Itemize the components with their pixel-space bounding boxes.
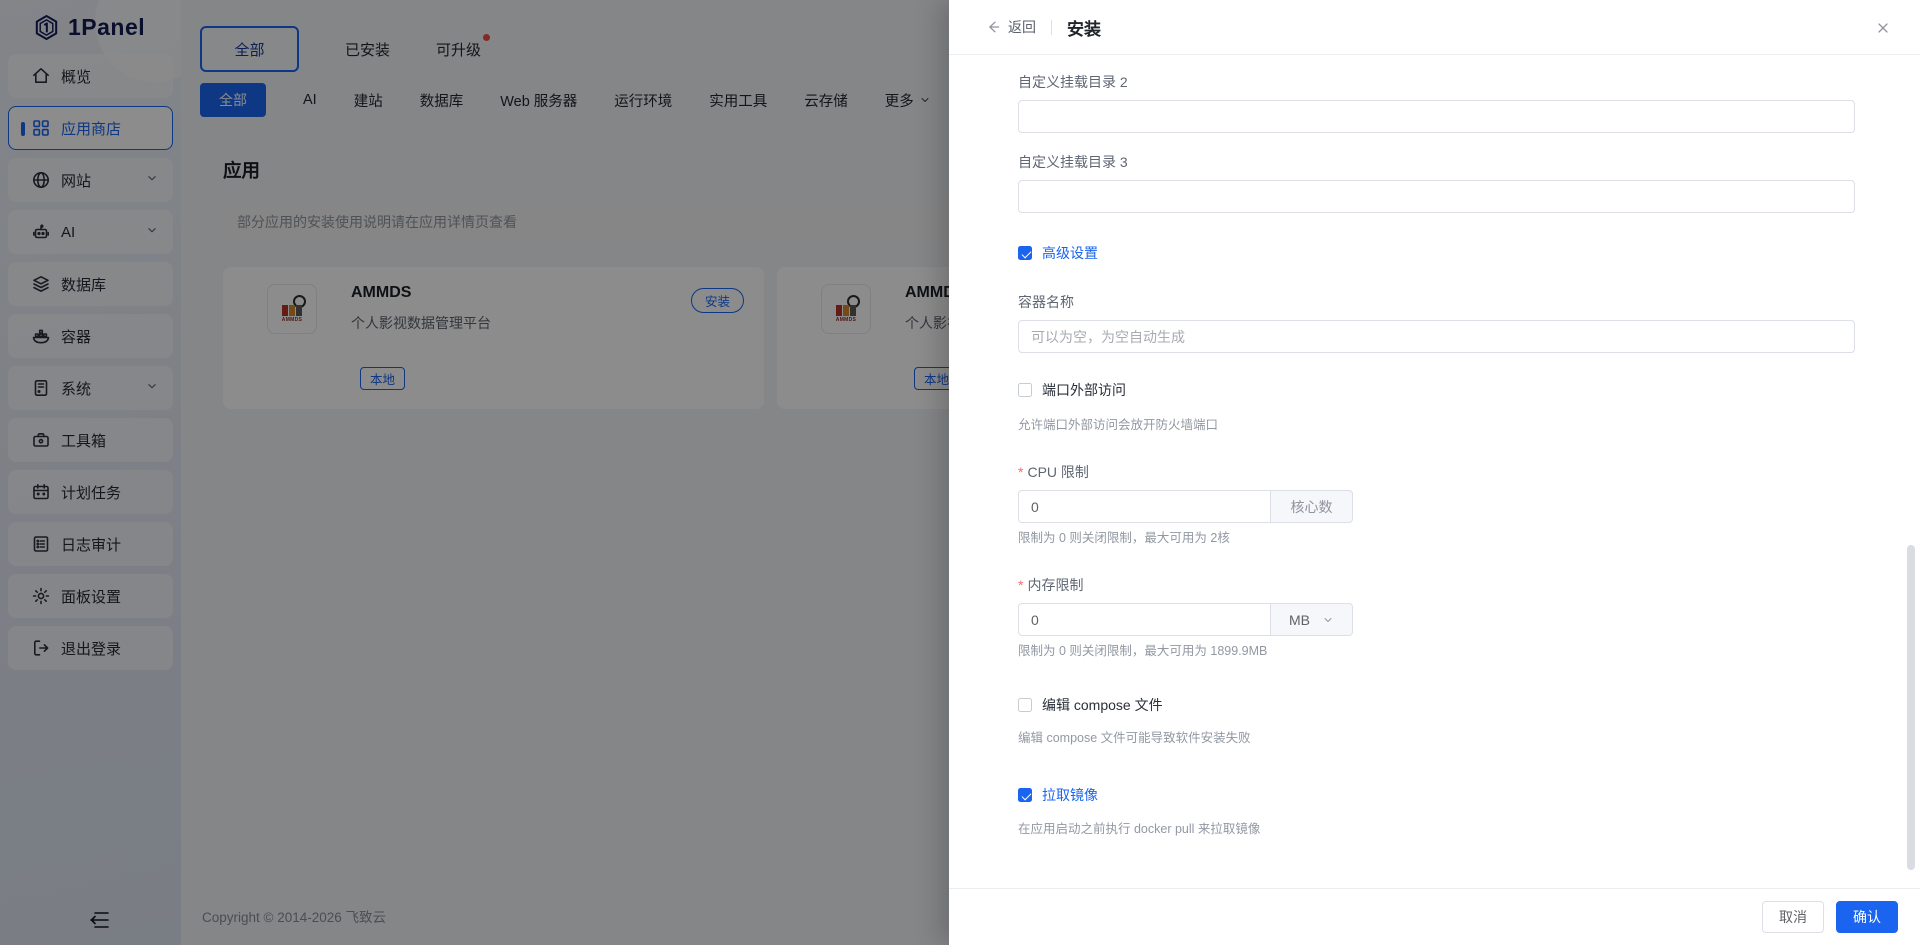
memory-limit-input[interactable]	[1018, 603, 1271, 636]
memory-limit-helper: 限制为 0 则关闭限制，最大可用为 1899.9MB	[1018, 644, 1268, 658]
checkbox-unchecked-icon	[1018, 698, 1032, 712]
header-divider	[1051, 19, 1052, 35]
field-memory-limit: *内存限制 MB 限制为 0 则关闭限制，最大可用为 1899.9MB	[1018, 575, 1855, 659]
confirm-button[interactable]: 确认	[1836, 901, 1898, 933]
page: 1Panel 概览 应用商店 网站 AI 数据库 容器 系统 工具箱 计划任务 …	[0, 0, 1920, 945]
back-label: 返回	[1008, 19, 1036, 35]
checkbox-label: 高级设置	[1042, 245, 1098, 261]
install-drawer: 返回 安装 自定义挂载目录 2 自定义挂载目录 3 高级设置 容器名称 可以为空…	[949, 0, 1920, 945]
install-form: 自定义挂载目录 2 自定义挂载目录 3 高级设置 容器名称 端口外部访问 允许端…	[949, 55, 1920, 888]
cpu-limit-input[interactable]	[1018, 490, 1271, 523]
close-button[interactable]	[1872, 17, 1894, 39]
field-label: 自定义挂载目录 2	[1018, 74, 1128, 90]
checkbox-unchecked-icon	[1018, 383, 1032, 397]
edit-compose-helper: 编辑 compose 文件可能导致软件安装失败	[1018, 731, 1251, 745]
memory-unit-select[interactable]: MB	[1271, 603, 1353, 636]
drawer-scrollbar-thumb[interactable]	[1907, 545, 1915, 870]
cpu-limit-label: CPU 限制	[1027, 464, 1089, 480]
checkbox-checked-icon	[1018, 246, 1032, 260]
field-container-name: 容器名称	[1018, 292, 1855, 353]
required-mark: *	[1018, 464, 1024, 480]
edit-compose-checkbox[interactable]: 编辑 compose 文件	[1018, 695, 1855, 715]
drawer-header: 返回 安装	[949, 0, 1920, 55]
mount-dir-2-input[interactable]	[1018, 100, 1855, 133]
port-external-checkbox[interactable]: 端口外部访问	[1018, 380, 1855, 400]
checkbox-checked-icon	[1018, 788, 1032, 802]
field-label: * CPU 限制	[1018, 462, 1855, 482]
memory-unit-value: MB	[1289, 611, 1310, 628]
checkbox-label: 编辑 compose 文件	[1042, 697, 1163, 713]
cpu-input-group: 核心数	[1018, 490, 1353, 523]
chevron-down-icon	[1324, 617, 1332, 622]
required-mark: *	[1018, 577, 1024, 593]
field-label: * 内存限制	[1018, 575, 1855, 595]
checkbox-label: 端口外部访问	[1042, 382, 1126, 398]
container-name-input[interactable]	[1018, 320, 1855, 353]
field-mount-dir-3: 自定义挂载目录 3	[1018, 152, 1855, 213]
field-mount-dir-2: 自定义挂载目录 2	[1018, 72, 1855, 133]
cpu-unit-suffix: 核心数	[1271, 490, 1353, 523]
checkbox-label: 拉取镜像	[1042, 787, 1098, 803]
pull-image-helper: 在应用启动之前执行 docker pull 来拉取镜像	[1018, 822, 1261, 836]
field-cpu-limit: *CPU 限制 核心数 限制为 0 则关闭限制，最大可用为 2核	[1018, 462, 1855, 546]
port-external-helper: 允许端口外部访问会放开防火墙端口	[1018, 418, 1219, 432]
mount-dir-3-input[interactable]	[1018, 180, 1855, 213]
back-button[interactable]: 返回	[985, 17, 1036, 37]
memory-input-group: MB	[1018, 603, 1353, 636]
cpu-limit-helper: 限制为 0 则关闭限制，最大可用为 2核	[1018, 531, 1230, 545]
memory-limit-label: 内存限制	[1027, 577, 1084, 593]
pull-image-checkbox[interactable]: 拉取镜像	[1018, 785, 1855, 805]
advanced-settings-checkbox[interactable]: 高级设置	[1018, 243, 1855, 263]
drawer-title: 安装	[1067, 19, 1101, 39]
close-icon	[1878, 23, 1888, 33]
field-label: 容器名称	[1018, 294, 1074, 310]
field-label: 自定义挂载目录 3	[1018, 154, 1128, 170]
arrow-left-icon	[989, 21, 1000, 33]
drawer-footer: 取消 确认	[949, 888, 1920, 945]
cancel-button[interactable]: 取消	[1762, 901, 1824, 933]
